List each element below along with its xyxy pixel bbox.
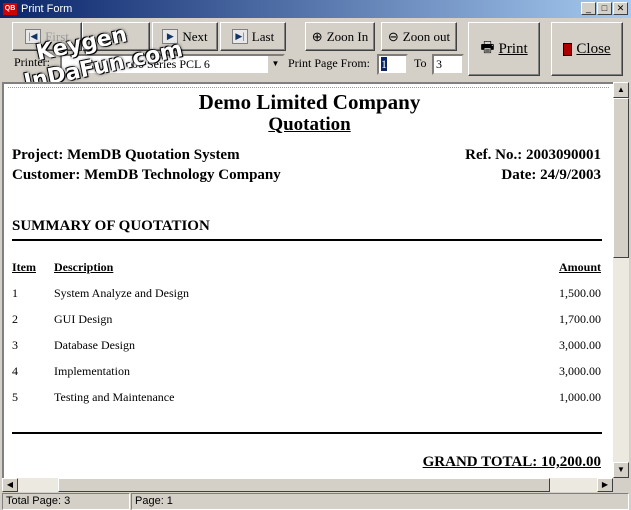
last-icon: ▶|: [231, 29, 248, 44]
first-button[interactable]: |◀ First: [12, 22, 82, 51]
header-item: Item: [12, 260, 36, 274]
next-icon: ▶: [162, 29, 179, 44]
grand-total: GRAND TOTAL: 10,200.00: [422, 454, 601, 470]
to-label: To: [414, 56, 427, 70]
vertical-scrollbar[interactable]: ▲ ▼: [613, 82, 629, 478]
maximize-button[interactable]: □: [597, 2, 612, 15]
status-page: Page: 1: [131, 493, 629, 510]
prev-button[interactable]: Prev: [82, 22, 150, 51]
close-button[interactable]: Close: [551, 22, 623, 76]
company-name: Demo Limited Company: [198, 90, 421, 114]
ref-no: Ref. No.: 2003090001: [465, 147, 601, 163]
chevron-down-icon[interactable]: ▼: [268, 56, 283, 73]
zoom-out-button[interactable]: ⊖ Zoon out: [381, 22, 457, 51]
print-button[interactable]: 🖶 Print: [468, 22, 540, 76]
row-item: 2: [12, 312, 18, 326]
section-title: SUMMARY OF QUOTATION: [12, 218, 210, 234]
row-amount: 1,700.00: [559, 312, 601, 326]
row-amount: 3,000.00: [559, 338, 601, 352]
row-item: 3: [12, 338, 18, 352]
customer: Customer: MemDB Technology Company: [12, 167, 281, 183]
scroll-up-button[interactable]: ▲: [613, 82, 629, 98]
horizontal-scroll-thumb[interactable]: [58, 478, 550, 492]
row-item: 4: [12, 364, 18, 378]
door-icon: [563, 42, 573, 56]
printer-select[interactable]: 00 Series PCL 6 ▼: [60, 54, 285, 75]
row-description: Testing and Maintenance: [54, 390, 175, 404]
to-page-input[interactable]: 3: [432, 54, 464, 75]
date: Date: 24/9/2003: [501, 167, 601, 183]
horizontal-scrollbar[interactable]: ◀ ▶: [2, 478, 613, 492]
scroll-right-button[interactable]: ▶: [597, 478, 613, 492]
row-amount: 1,500.00: [559, 286, 601, 300]
scroll-left-button[interactable]: ◀: [2, 478, 18, 492]
scroll-down-button[interactable]: ▼: [613, 462, 629, 478]
zoom-in-icon: ⊕: [311, 28, 323, 44]
close-window-button[interactable]: ✕: [613, 2, 628, 15]
row-description: Implementation: [54, 364, 130, 378]
printer-icon: 🖶: [480, 39, 495, 56]
print-preview: Demo Limited Company Quotation Project: …: [2, 82, 613, 478]
window-title: Print Form: [21, 3, 73, 15]
row-amount: 1,000.00: [559, 390, 601, 404]
row-description: System Analyze and Design: [54, 286, 189, 300]
header-description: Description: [54, 260, 114, 274]
from-page-input[interactable]: 1: [377, 54, 408, 75]
title-bar: QB Print Form _ □ ✕: [0, 0, 631, 18]
minimize-button[interactable]: _: [581, 2, 596, 15]
app-icon: QB: [3, 3, 17, 15]
row-description: GUI Design: [54, 312, 113, 326]
last-button[interactable]: ▶| Last: [220, 22, 286, 51]
vertical-scroll-thumb[interactable]: [613, 98, 629, 258]
printer-label: Printer:: [14, 55, 50, 69]
row-item: 5: [12, 390, 18, 404]
zoom-in-button[interactable]: ⊕ Zoon In: [305, 22, 375, 51]
row-amount: 3,000.00: [559, 364, 601, 378]
document-title: Quotation: [268, 114, 351, 135]
row-item: 1: [12, 286, 18, 300]
first-icon: |◀: [25, 29, 42, 44]
next-button[interactable]: ▶ Next: [152, 22, 218, 51]
print-from-label: Print Page From:: [288, 56, 371, 70]
row-description: Database Design: [54, 338, 135, 352]
project: Project: MemDB Quotation System: [12, 147, 240, 163]
status-total-pages: Total Page: 3: [2, 493, 130, 510]
zoom-out-icon: ⊖: [387, 28, 399, 44]
header-amount: Amount: [558, 260, 601, 274]
